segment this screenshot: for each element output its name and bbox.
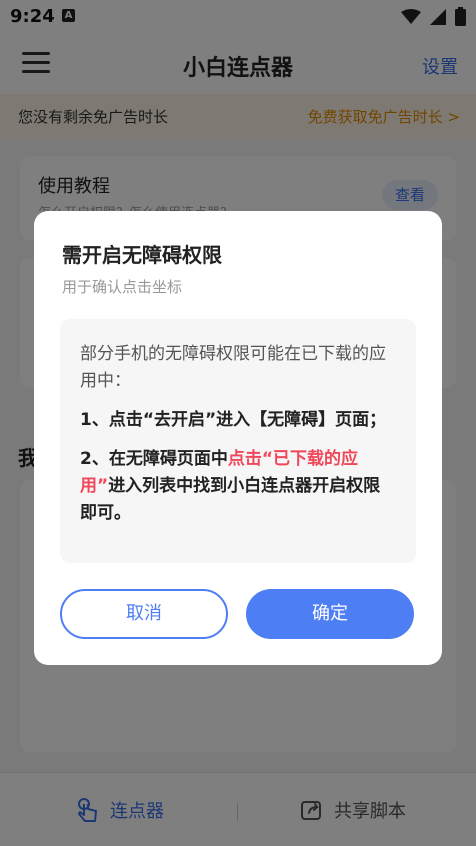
dialog-subtitle: 用于确认点击坐标: [62, 278, 183, 296]
confirm-button[interactable]: 确定: [246, 589, 414, 639]
dialog-intro: 部分手机的无障碍权限可能在已下载的应用中：: [80, 344, 386, 391]
dialog-instructions: 部分手机的无障碍权限可能在已下载的应用中： 1、点击“去开启”进入【无障碍】页面…: [60, 319, 416, 563]
cancel-button[interactable]: 取消: [60, 589, 228, 639]
step2-prefix: 2、在无障碍页面中: [80, 449, 228, 469]
dialog-buttons: 取消 确定: [60, 589, 416, 641]
instruction-step-1: 1、点击“去开启”进入【无障碍】页面；: [80, 410, 387, 430]
instruction-step-2: 2、在无障碍页面中点击“已下载的应用”进入列表中找到小白连点器开启权限即可。: [80, 446, 396, 527]
accessibility-permission-dialog: 需开启无障碍权限 用于确认点击坐标 部分手机的无障碍权限可能在已下载的应用中： …: [34, 211, 442, 665]
step2-suffix: 进入列表中找到小白连点器开启权限即可。: [80, 476, 381, 523]
dialog-title: 需开启无障碍权限: [62, 243, 222, 267]
